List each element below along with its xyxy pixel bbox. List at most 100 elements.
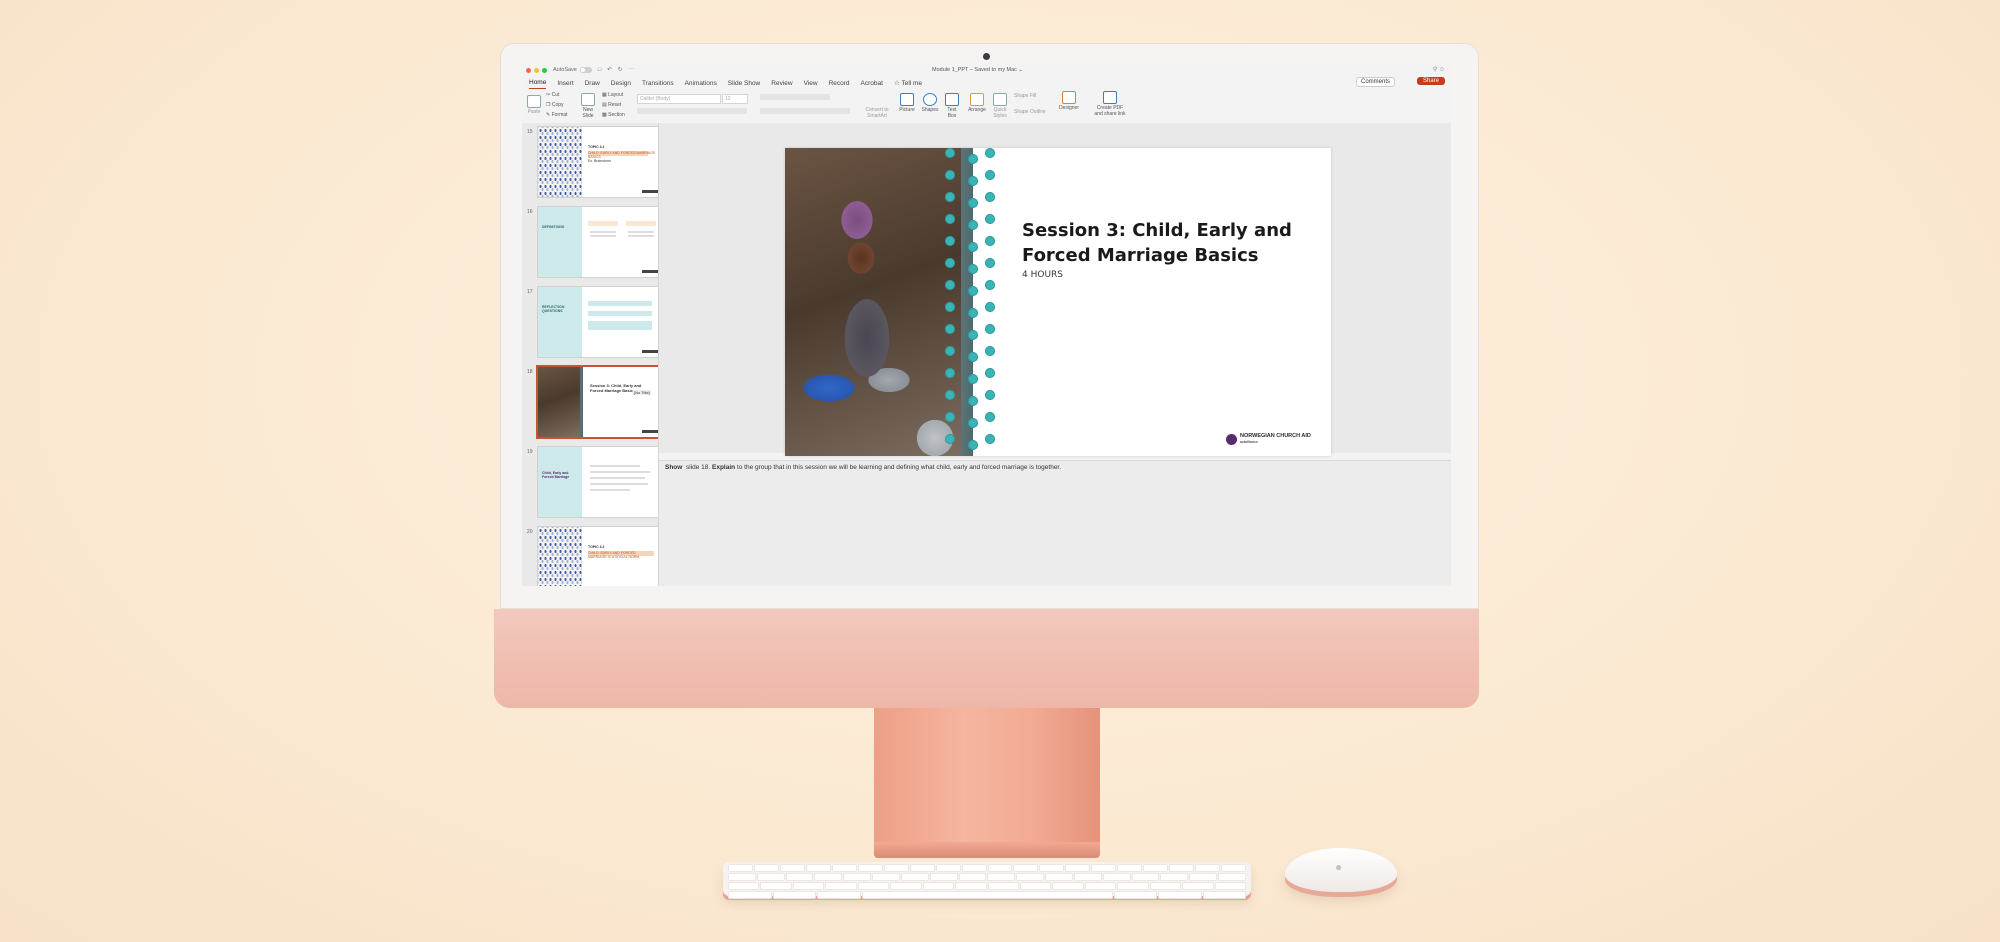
tab-transitions[interactable]: Transitions xyxy=(642,80,674,89)
thumbnail-title: Child, Early and Forced Marriage xyxy=(542,471,570,479)
close-window-button[interactable] xyxy=(526,67,531,73)
minimize-window-button[interactable] xyxy=(534,67,539,73)
thumbnail-box xyxy=(626,221,656,226)
redo-icon[interactable]: ↻ xyxy=(618,67,623,73)
layout-button[interactable]: ▦ Layout xyxy=(602,92,623,98)
thumbnail-number: 15 xyxy=(527,129,533,135)
shape-outline-button[interactable]: Shape Outline xyxy=(1014,109,1046,115)
slide-thumbnail-pane[interactable]: 15 TOPIC 3.1 CHILD, EARLY AND FORCED MAR… xyxy=(522,123,659,586)
tab-insert[interactable]: Insert xyxy=(557,80,573,89)
current-slide[interactable]: Session 3: Child, Early and Forced Marri… xyxy=(785,148,1331,456)
teal-bead xyxy=(985,258,995,268)
copy-button[interactable]: ❐ Copy xyxy=(546,102,564,108)
autosave-toggle[interactable] xyxy=(579,67,592,73)
tab-home[interactable]: Home xyxy=(529,79,547,89)
speaker-notes-pane[interactable]: Show slide 18. Explain to the group that… xyxy=(659,460,1451,586)
search-icon[interactable]: ⚲ ☺ xyxy=(1433,66,1445,73)
paste-button[interactable]: Paste xyxy=(526,95,542,115)
shapes-button[interactable]: Shapes xyxy=(920,93,940,113)
font-name-select[interactable]: Calibri (Body) xyxy=(637,94,721,104)
shape-fill-button[interactable]: Shape Fill xyxy=(1014,93,1036,99)
monitor-stand xyxy=(874,708,1100,848)
teal-bead xyxy=(968,242,978,252)
thumbnail-preview: REFLECTION QUESTIONS xyxy=(538,287,658,357)
comments-button[interactable]: Comments xyxy=(1355,77,1395,87)
notes-body: to the group that in this session we wil… xyxy=(736,464,1062,471)
create-pdf-button[interactable]: Create PDF and share link xyxy=(1092,91,1128,117)
section-button[interactable]: ▩ Section xyxy=(602,112,625,118)
thumbnail-teal-panel xyxy=(538,207,582,277)
document-title[interactable]: Module 1_PPT – Saved to my Mac ⌄ xyxy=(932,67,1023,73)
slide-photo[interactable] xyxy=(785,148,971,456)
thumbnail-pattern xyxy=(538,127,582,197)
alignment-buttons[interactable] xyxy=(760,108,850,114)
teal-bead xyxy=(968,352,978,362)
text-line xyxy=(628,235,654,237)
monitor-stand-foot xyxy=(874,842,1100,858)
thumbnail-slide-19[interactable]: 19 Child, Early and Forced Marriage xyxy=(525,447,658,519)
teal-bead xyxy=(985,302,995,312)
tab-view[interactable]: View xyxy=(804,80,818,89)
teal-bead xyxy=(985,170,995,180)
teal-bead xyxy=(968,176,978,186)
tab-draw[interactable]: Draw xyxy=(585,80,600,89)
slide-title[interactable]: Session 3: Child, Early and Forced Marri… xyxy=(1022,218,1312,268)
new-slide-button[interactable]: New Slide xyxy=(578,93,598,119)
thumbnail-slide-17[interactable]: 17 REFLECTION QUESTIONS xyxy=(525,287,658,359)
teal-bead xyxy=(985,412,995,422)
more-icon[interactable]: ⋯ xyxy=(628,67,634,73)
arrange-label: Arrange xyxy=(968,107,986,113)
thumbnail-subtitle: CHILD, EARLY AND FORCED MARRIAGE BASICS xyxy=(588,151,656,159)
thumbnail-teal-panel xyxy=(538,287,582,357)
quick-styles-button[interactable]: Quick Styles xyxy=(990,93,1010,119)
font-format-buttons[interactable] xyxy=(637,108,747,114)
tab-review[interactable]: Review xyxy=(771,80,792,89)
zoom-window-button[interactable] xyxy=(542,67,547,73)
paste-label: Paste xyxy=(527,109,541,115)
tab-slide-show[interactable]: Slide Show xyxy=(728,80,761,89)
teal-bead xyxy=(945,390,955,400)
paragraph-buttons[interactable] xyxy=(760,94,830,100)
designer-label: Designer xyxy=(1058,105,1079,111)
designer-button[interactable]: Designer xyxy=(1058,91,1080,111)
nca-logo-sub: actalliance xyxy=(1240,440,1258,444)
format-painter-button[interactable]: ✎ Format xyxy=(546,112,567,118)
save-icon[interactable]: □ xyxy=(598,67,601,73)
tab-record[interactable]: Record xyxy=(829,80,850,89)
reset-label: Reset xyxy=(608,102,622,108)
thumbnail-slide-15[interactable]: 15 TOPIC 3.1 CHILD, EARLY AND FORCED MAR… xyxy=(525,127,658,199)
teal-bead xyxy=(968,440,978,450)
tab-design[interactable]: Design xyxy=(611,80,631,89)
thumbnail-slide-20[interactable]: 20 TOPIC 3.2 CHILD, EARLY AND FORCED MAR… xyxy=(525,527,658,586)
teal-bead xyxy=(945,346,955,356)
layout-label: Layout xyxy=(608,92,624,98)
speaker-notes-text[interactable]: Show slide 18. Explain to the group that… xyxy=(665,464,1061,471)
picture-label: Picture xyxy=(899,107,915,113)
tab-tell-me[interactable]: ☆ Tell me xyxy=(894,79,922,89)
arrange-button[interactable]: Arrange xyxy=(966,93,988,113)
thumbnail-slide-18[interactable]: 18 Session 3: Child, Early and Forced Ma… xyxy=(525,367,658,439)
undo-icon[interactable]: ↶ xyxy=(607,67,612,73)
text-box-button[interactable]: Text Box xyxy=(944,93,960,119)
font-size-select[interactable]: 12 xyxy=(722,94,748,104)
share-button[interactable]: Share xyxy=(1416,77,1445,85)
thumbnail-logo xyxy=(642,350,658,353)
slide-subtitle[interactable]: 4 HOURS xyxy=(1022,270,1063,280)
thumbnail-preview: TOPIC 3.2 CHILD, EARLY AND FORCED MARRIA… xyxy=(538,527,658,586)
teal-bead xyxy=(945,280,955,290)
reset-button[interactable]: ▤ Reset xyxy=(602,102,621,108)
picture-button[interactable]: Picture xyxy=(898,93,916,113)
photo-edge xyxy=(961,148,973,456)
teal-bead xyxy=(968,374,978,384)
tab-acrobat[interactable]: Acrobat xyxy=(861,80,883,89)
format-label: Format xyxy=(551,112,568,118)
thumbnail-title: REFLECTION QUESTIONS xyxy=(542,305,565,313)
thumbnail-no-title-tooltip: [No Title] xyxy=(633,390,651,395)
nca-logo-icon xyxy=(1226,433,1237,445)
tab-animations[interactable]: Animations xyxy=(685,80,717,89)
norwegian-church-aid-logo: NORWEGIAN CHURCH AID actalliance xyxy=(1226,433,1311,445)
convert-smartart-button[interactable]: Convert to SmartArt xyxy=(862,107,892,119)
teal-bead xyxy=(968,198,978,208)
cut-button[interactable]: ✂ Cut xyxy=(546,92,559,98)
thumbnail-slide-16[interactable]: 16 DEFINITIONS xyxy=(525,207,658,279)
